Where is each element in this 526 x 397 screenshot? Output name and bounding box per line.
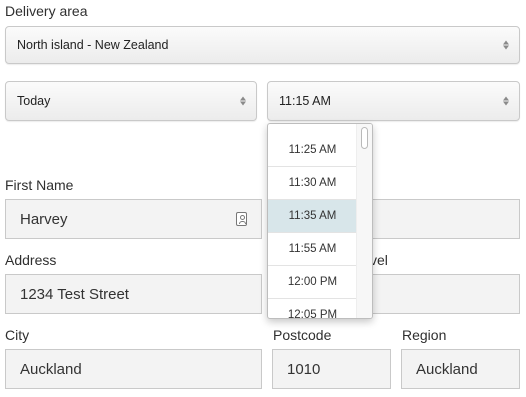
up-down-arrows-icon <box>239 96 246 106</box>
delivery-time-value: 11:15 AM <box>279 94 331 108</box>
time-option[interactable]: 11:30 AM <box>268 167 357 200</box>
city-label: City <box>5 327 30 343</box>
region-label: Region <box>402 327 447 343</box>
address-input[interactable]: 1234 Test Street <box>5 274 262 314</box>
postcode-value: 1010 <box>287 360 321 378</box>
delivery-day-value: Today <box>17 94 51 108</box>
time-option[interactable]: 11:25 AM <box>268 134 357 167</box>
region-input[interactable]: Auckland <box>401 349 520 389</box>
first-name-value: Harvey <box>20 210 68 228</box>
city-input[interactable]: Auckland <box>5 349 262 389</box>
delivery-time-select[interactable]: 11:15 AM <box>267 81 520 121</box>
postcode-label: Postcode <box>273 327 332 343</box>
up-down-arrows-icon <box>502 40 509 50</box>
dropdown-scrollbar[interactable] <box>356 124 372 318</box>
time-option[interactable]: 11:55 AM <box>268 233 357 266</box>
region-value: Auckland <box>416 360 478 378</box>
time-option[interactable]: 12:00 PM <box>268 266 357 299</box>
delivery-area-value: North island - New Zealand <box>17 38 169 52</box>
up-down-arrows-icon <box>502 96 509 106</box>
delivery-area-label: Delivery area <box>5 3 88 19</box>
time-option[interactable]: 12:05 PM <box>268 299 357 318</box>
scrollbar-thumb[interactable] <box>361 127 368 149</box>
time-dropdown-list[interactable]: 11:25 AM 11:30 AM 11:35 AM 11:55 AM 12:0… <box>267 123 373 319</box>
address-label: Address <box>5 252 57 268</box>
city-value: Auckland <box>20 360 82 378</box>
first-name-label: First Name <box>5 177 74 193</box>
time-option-selected[interactable]: 11:35 AM <box>268 200 357 233</box>
delivery-area-select[interactable]: North island - New Zealand <box>5 26 520 64</box>
first-name-input[interactable]: Harvey <box>5 199 262 239</box>
delivery-day-select[interactable]: Today <box>5 81 257 121</box>
postcode-input[interactable]: 1010 <box>272 349 391 389</box>
address-value: 1234 Test Street <box>20 285 129 303</box>
contact-card-icon[interactable] <box>236 212 247 226</box>
